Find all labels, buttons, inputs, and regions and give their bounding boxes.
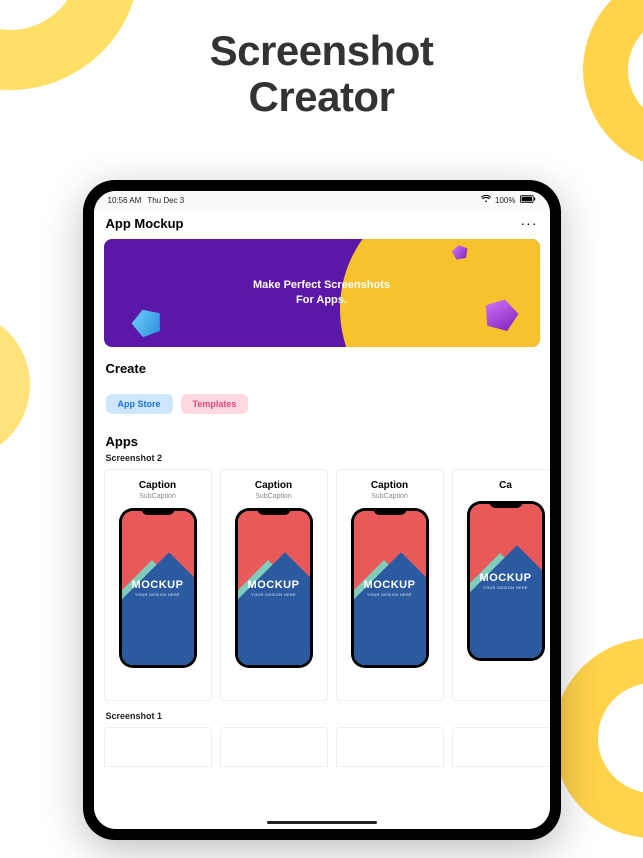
page-title-line2: Creator <box>249 73 395 120</box>
chip-app-store[interactable]: App Store <box>106 394 173 414</box>
bg-ring-bottom-right <box>553 638 643 838</box>
apps-heading: Apps <box>94 434 550 451</box>
phone-notch <box>257 508 291 515</box>
mockup-tag: YOUR DESIGN HERE <box>367 592 412 597</box>
mockup-word: MOCKUP <box>364 579 416 591</box>
hero-text: Make Perfect Screenshots For Apps. <box>104 239 540 347</box>
phone-notch <box>141 508 175 515</box>
nav-bar: App Mockup ··· <box>94 209 550 235</box>
card-row[interactable]: Caption SubCaption MOCKUPYOUR DESIGN HER… <box>94 469 550 709</box>
ipad-frame: 10:56 AM Thu Dec 3 100% App Mockup ··· <box>83 180 561 840</box>
wifi-icon <box>481 195 491 205</box>
mockup-tag: YOUR DESIGN HERE <box>483 585 528 590</box>
mockup-word: MOCKUP <box>132 579 184 591</box>
phone-notch <box>489 501 523 508</box>
mockup-tag: YOUR DESIGN HERE <box>251 592 296 597</box>
mockup-tag: YOUR DESIGN HERE <box>135 592 180 597</box>
chip-row: App Store Templates <box>94 386 550 434</box>
card-caption: Ca <box>499 480 512 491</box>
nav-title: App Mockup <box>106 216 184 231</box>
card-caption: Caption <box>139 480 176 491</box>
card-caption: Caption <box>371 480 408 491</box>
screenshot-card[interactable] <box>452 727 550 767</box>
page-title: Screenshot Creator <box>0 28 643 120</box>
card-caption: Caption <box>255 480 292 491</box>
phone-notch <box>373 508 407 515</box>
hero-banner[interactable]: Make Perfect Screenshots For Apps. <box>104 239 540 347</box>
phone-mockup: MOCKUPYOUR DESIGN HERE <box>235 508 313 668</box>
ipad-screen: 10:56 AM Thu Dec 3 100% App Mockup ··· <box>94 191 550 829</box>
mockup-word: MOCKUP <box>480 572 532 584</box>
screenshot-card[interactable]: Caption SubCaption MOCKUPYOUR DESIGN HER… <box>336 469 444 701</box>
screenshot-card[interactable]: Caption SubCaption MOCKUPYOUR DESIGN HER… <box>220 469 328 701</box>
more-button[interactable]: ··· <box>521 215 538 231</box>
screenshot-card[interactable] <box>336 727 444 767</box>
phone-mockup: MOCKUPYOUR DESIGN HERE <box>351 508 429 668</box>
status-battery: 100% <box>495 196 515 205</box>
hero-line1: Make Perfect Screenshots <box>253 278 390 293</box>
screenshot-card[interactable] <box>220 727 328 767</box>
bg-ring-mid-left <box>0 310 30 460</box>
status-bar: 10:56 AM Thu Dec 3 100% <box>94 191 550 209</box>
mockup-word: MOCKUP <box>248 579 300 591</box>
group-screenshot-1: Screenshot 1 <box>94 709 550 727</box>
card-subcaption: SubCaption <box>139 493 176 500</box>
status-time: 10:56 AM <box>108 196 142 205</box>
screenshot-card[interactable] <box>104 727 212 767</box>
screenshot-card[interactable]: Caption SubCaption MOCKUPYOUR DESIGN HER… <box>104 469 212 701</box>
card-subcaption: SubCaption <box>371 493 408 500</box>
content-area: App Mockup ··· Make Perfect Screenshots … <box>94 209 550 829</box>
hero-line2: For Apps. <box>296 293 347 308</box>
create-heading: Create <box>94 357 550 386</box>
phone-mockup: MOCKUPYOUR DESIGN HERE <box>467 501 545 661</box>
screenshot-card[interactable]: Ca MOCKUPYOUR DESIGN HERE <box>452 469 550 701</box>
page-title-line1: Screenshot <box>210 27 434 74</box>
group-screenshot-2: Screenshot 2 <box>94 451 550 469</box>
card-row-2[interactable] <box>94 727 550 767</box>
home-indicator <box>267 821 377 824</box>
card-subcaption: SubCaption <box>255 493 292 500</box>
phone-mockup: MOCKUPYOUR DESIGN HERE <box>119 508 197 668</box>
chip-templates[interactable]: Templates <box>181 394 249 414</box>
battery-icon <box>520 195 536 205</box>
status-date: Thu Dec 3 <box>147 196 184 205</box>
